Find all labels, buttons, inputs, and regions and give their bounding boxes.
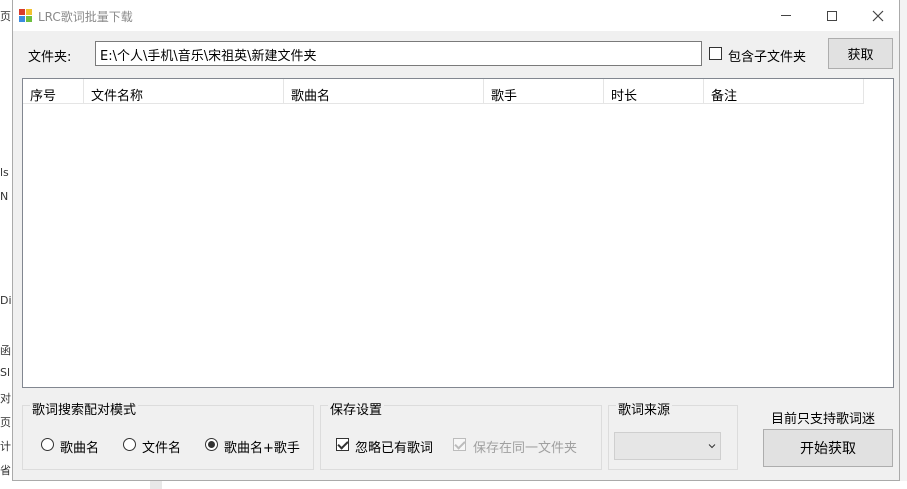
column-header-song[interactable]: 歌曲名 xyxy=(284,79,484,104)
column-header-note[interactable]: 备注 xyxy=(704,79,864,104)
background-text: Di xyxy=(0,294,12,307)
file-list-header: 序号 文件名称 歌曲名 歌手 时长 备注 xyxy=(23,79,864,104)
minimize-icon xyxy=(781,15,791,16)
ignore-existing-label[interactable]: 忽略已有歌词 xyxy=(355,437,433,456)
column-header-index[interactable]: 序号 xyxy=(23,79,84,104)
window-title: LRC歌词批量下载 xyxy=(38,10,133,24)
mode-filename-label[interactable]: 文件名 xyxy=(142,437,181,456)
mode-song-radio[interactable] xyxy=(41,438,54,451)
background-text: 页 xyxy=(0,416,11,429)
file-list[interactable]: 序号 文件名称 歌曲名 歌手 时长 备注 xyxy=(22,78,894,388)
close-icon xyxy=(872,10,884,21)
background-text: N xyxy=(0,190,9,203)
main-window: LRC歌词批量下载 文件夹: E:\个人\手机\音乐\宋祖英\新建文件夹 包含子… xyxy=(12,0,900,481)
maximize-icon xyxy=(827,10,837,21)
minimize-button[interactable] xyxy=(763,0,809,31)
background-text: 计 xyxy=(0,440,11,453)
column-header-duration[interactable]: 时长 xyxy=(604,79,704,104)
background-scroll-block xyxy=(150,481,162,489)
support-note: 目前只支持歌词迷 xyxy=(771,412,876,427)
background-text: 对 xyxy=(0,392,11,405)
maximize-button[interactable] xyxy=(809,0,855,31)
background-text: 函 xyxy=(0,344,11,357)
include-subfolders-checkbox[interactable] xyxy=(709,47,722,60)
folder-path-input[interactable]: E:\个人\手机\音乐\宋祖英\新建文件夹 xyxy=(95,41,702,66)
mode-song-artist-radio[interactable] xyxy=(205,438,218,451)
background-window-edge: 页 ls N Di 函 Sl 对 页 计 省 xyxy=(0,0,12,489)
background-text: 页 xyxy=(0,10,11,23)
background-bottom xyxy=(0,481,907,489)
lyric-source-title: 歌词来源 xyxy=(616,399,673,418)
mode-filename-radio[interactable] xyxy=(123,438,136,451)
column-header-filename[interactable]: 文件名称 xyxy=(84,79,284,104)
folder-label: 文件夹: xyxy=(28,50,72,65)
background-window-edge-right xyxy=(900,0,907,489)
chevron-down-icon xyxy=(708,444,716,449)
background-text: Sl xyxy=(0,366,11,379)
same-folder-checkbox xyxy=(453,438,466,451)
start-button[interactable]: 开始获取 xyxy=(763,429,893,467)
include-subfolders-label[interactable]: 包含子文件夹 xyxy=(728,46,806,65)
save-settings-title: 保存设置 xyxy=(328,399,385,418)
search-mode-title: 歌词搜索配对模式 xyxy=(30,399,139,418)
title-bar[interactable]: LRC歌词批量下载 xyxy=(13,0,899,31)
lyric-source-dropdown[interactable] xyxy=(614,432,721,460)
app-icon xyxy=(19,9,33,22)
column-header-artist[interactable]: 歌手 xyxy=(484,79,604,104)
mode-song-label[interactable]: 歌曲名 xyxy=(60,437,99,456)
background-text: ls xyxy=(0,166,9,179)
same-folder-label: 保存在同一文件夹 xyxy=(473,441,578,456)
fetch-button[interactable]: 获取 xyxy=(828,38,893,69)
close-button[interactable] xyxy=(855,0,901,31)
background-text: 省 xyxy=(0,464,11,477)
ignore-existing-checkbox[interactable] xyxy=(336,438,349,451)
mode-song-artist-label[interactable]: 歌曲名+歌手 xyxy=(224,437,300,456)
